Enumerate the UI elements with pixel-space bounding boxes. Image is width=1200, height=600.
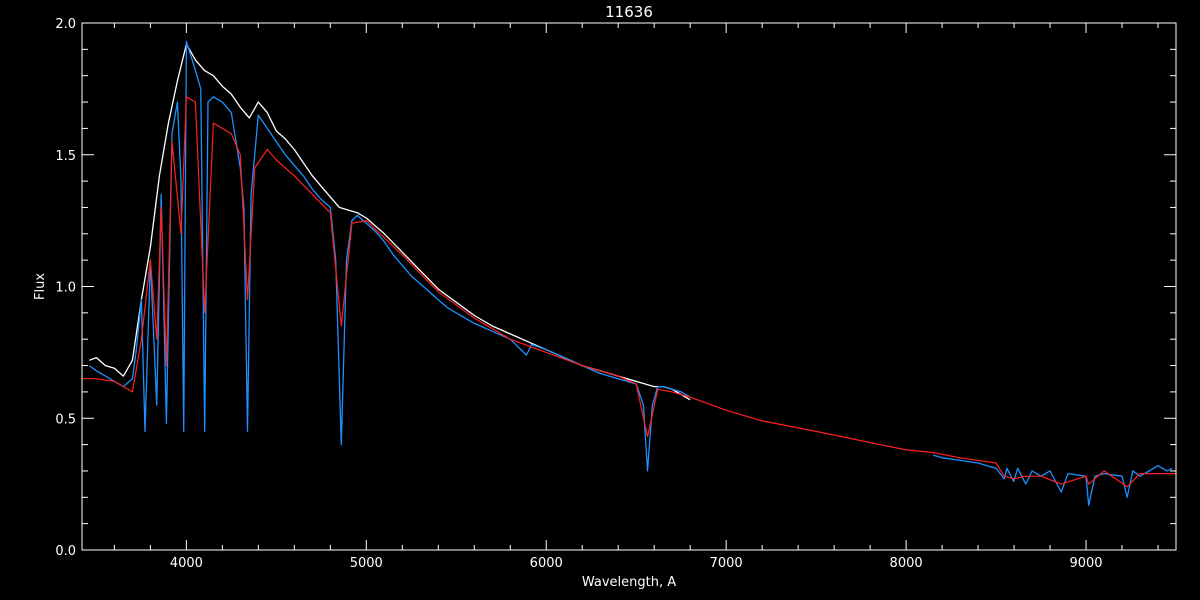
x-tick-label: 4000 <box>170 556 203 571</box>
x-tick-label: 9000 <box>1069 556 1102 571</box>
y-tick-label: 0.5 <box>55 412 76 427</box>
x-tick-label: 6000 <box>530 556 563 571</box>
y-tick-label: 1.0 <box>55 281 76 296</box>
spectrum-chart: 4000 5000 6000 7000 8000 90000.00.51.01.52.0 … <box>0 0 1200 600</box>
x-tick-label: 8000 <box>890 556 923 571</box>
chart-title: 11636 <box>605 3 653 21</box>
y-tick-label: 2.0 <box>55 17 76 32</box>
y-tick-label: 1.5 <box>55 149 76 164</box>
y-tick-label: 0.0 <box>55 544 76 559</box>
plot-background <box>0 0 1200 600</box>
x-tick-label: 7000 <box>710 556 743 571</box>
y-axis-title: Flux <box>33 273 48 300</box>
x-tick-label: 5000 <box>350 556 383 571</box>
x-axis-title: Wavelength, A <box>582 575 676 590</box>
